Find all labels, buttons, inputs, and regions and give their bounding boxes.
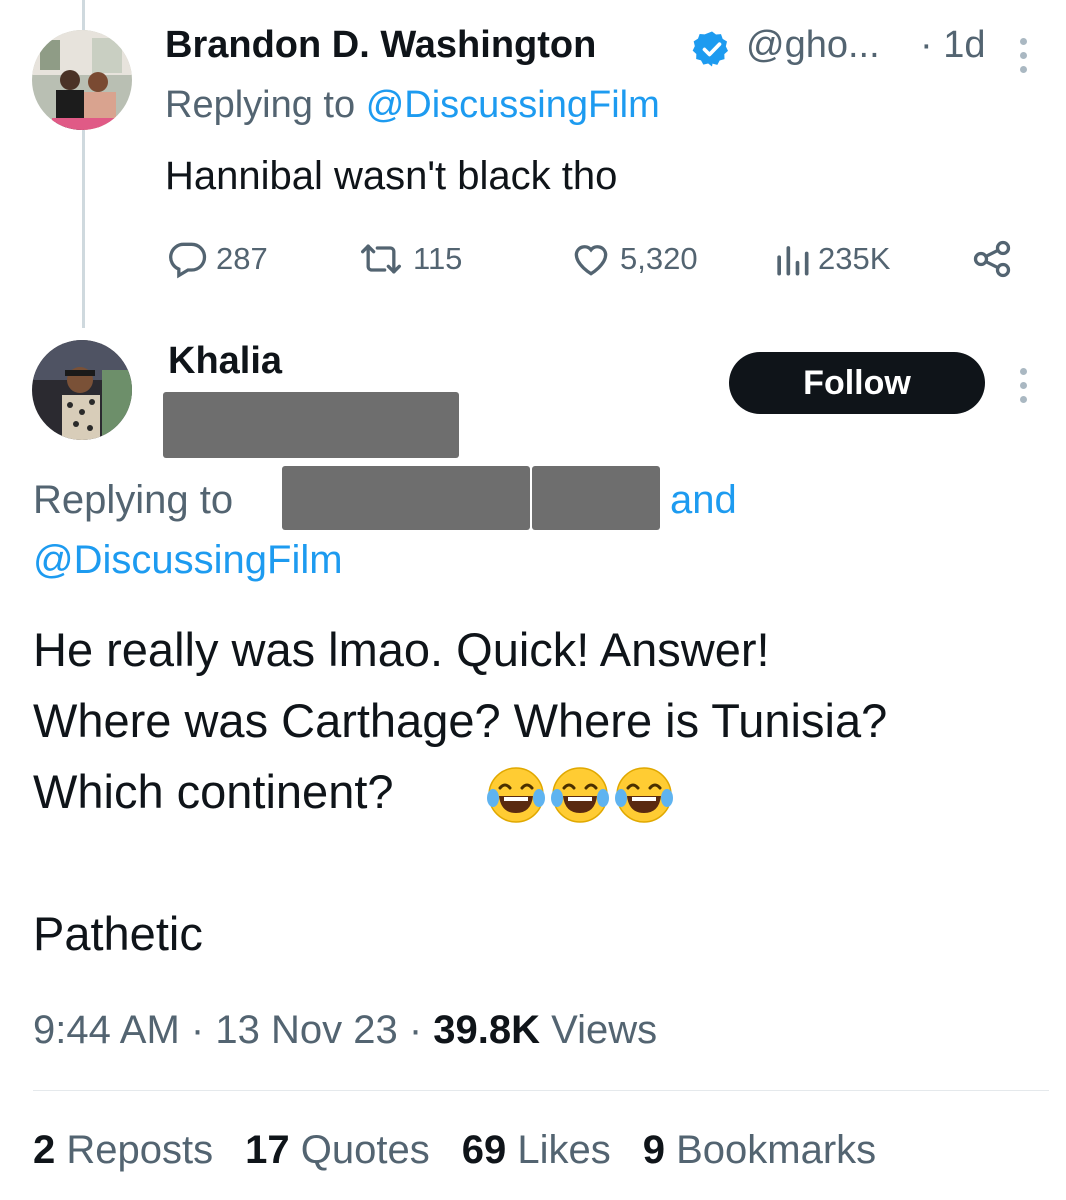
reply-author-name[interactable]: Brandon D. Washington xyxy=(165,24,596,67)
avatar-brandon[interactable] xyxy=(32,30,132,130)
bookmarks-stat[interactable]: 9 Bookmarks xyxy=(643,1128,876,1173)
laughing-tears-emoji xyxy=(551,767,609,823)
reply-icon xyxy=(169,242,207,279)
repost-icon xyxy=(361,244,401,274)
thread-line xyxy=(82,128,85,328)
reposts-count: 2 xyxy=(33,1128,56,1172)
main-text-line-3: Which continent? xyxy=(33,765,394,818)
main-author-name[interactable]: Khalia xyxy=(168,340,282,383)
repost-count: 115 xyxy=(413,241,463,276)
quotes-label: Quotes xyxy=(300,1128,430,1172)
meta-separator: · xyxy=(408,1008,423,1052)
main-text-line-1: He really was lmao. Quick! Answer! xyxy=(33,623,770,676)
redacted-handle xyxy=(163,392,459,458)
main-replying-handle[interactable]: @DiscussingFilm xyxy=(33,538,343,583)
likes-label: Likes xyxy=(517,1128,611,1172)
avatar-khalia[interactable] xyxy=(32,340,132,440)
redacted-mention-2[interactable] xyxy=(532,466,660,530)
repost-action[interactable]: 115 xyxy=(355,237,462,281)
main-replying-and: and xyxy=(670,478,737,522)
reply-text: Hannibal wasn't black tho xyxy=(165,154,618,198)
bookmarks-count: 9 xyxy=(642,1128,665,1172)
main-replying-prefix: Replying to xyxy=(33,478,234,522)
likes-count: 69 xyxy=(461,1128,507,1172)
main-text-line-4: Pathetic xyxy=(33,907,203,960)
views-label: Views xyxy=(551,1008,658,1052)
reply-action[interactable]: 287 xyxy=(166,237,268,281)
emoji-group xyxy=(486,765,674,825)
likes-stat[interactable]: 69 Likes xyxy=(462,1128,611,1173)
follow-button[interactable]: Follow xyxy=(729,352,985,414)
verified-badge-icon xyxy=(692,29,732,69)
views-count: 235K xyxy=(818,241,891,276)
views-icon xyxy=(777,246,809,276)
tweet-date[interactable]: 13 Nov 23 xyxy=(215,1008,397,1052)
views-action[interactable]: 235K xyxy=(772,237,890,281)
share-icon[interactable] xyxy=(970,237,1014,281)
laughing-tears-emoji xyxy=(487,767,545,823)
reply-replying-to: Replying to @DiscussingFilm xyxy=(165,84,660,127)
divider xyxy=(33,1090,1049,1091)
reply-handle[interactable]: @gho... xyxy=(746,24,880,67)
reposts-stat[interactable]: 2 Reposts xyxy=(33,1128,213,1173)
replying-handle-link[interactable]: @DiscussingFilm xyxy=(366,84,660,126)
more-options-icon[interactable] xyxy=(1020,368,1027,403)
quotes-stat[interactable]: 17 Quotes xyxy=(245,1128,430,1173)
reply-count: 287 xyxy=(216,241,268,276)
views-total: 39.8K xyxy=(433,1008,541,1052)
laughing-tears-emoji xyxy=(615,767,673,823)
bookmarks-label: Bookmarks xyxy=(676,1128,877,1172)
replying-prefix: Replying to xyxy=(165,84,356,126)
more-options-icon[interactable] xyxy=(1020,38,1027,73)
quotes-count: 17 xyxy=(245,1128,290,1172)
main-meta: 9:44 AM · 13 Nov 23 · 39.8K Views xyxy=(33,1008,657,1053)
engagement-stats: 2 Reposts 17 Quotes 69 Likes 9 Bookmarks xyxy=(33,1128,876,1173)
redacted-mention-1[interactable] xyxy=(282,466,530,530)
tweet-time[interactable]: 9:44 AM xyxy=(33,1008,180,1052)
like-action[interactable]: 5,320 xyxy=(568,237,698,281)
like-count: 5,320 xyxy=(620,241,698,276)
reposts-label: Reposts xyxy=(66,1128,214,1172)
meta-separator: · xyxy=(190,1008,205,1052)
main-text-line-2: Where was Carthage? Where is Tunisia? xyxy=(33,694,888,747)
reply-time-ago[interactable]: · 1d xyxy=(920,24,985,67)
thread-line-top xyxy=(82,0,85,30)
like-icon xyxy=(574,245,608,276)
